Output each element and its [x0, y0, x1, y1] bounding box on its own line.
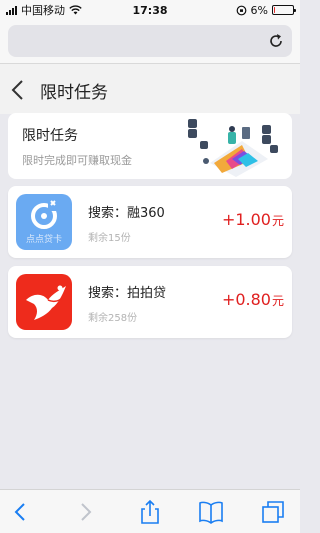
page-title: 限时任务	[40, 83, 108, 103]
browser-toolbar	[0, 489, 300, 533]
status-right: 6%	[236, 3, 296, 17]
limited-task-banner: 限时任务 限时完成即可赚取现金	[8, 113, 292, 179]
address-bar[interactable]	[8, 25, 292, 57]
battery-icon	[272, 5, 296, 15]
status-bar: 中国移动 17:38 6%	[0, 0, 300, 20]
tabs-icon[interactable]	[260, 499, 286, 525]
task-remaining: 剩余15份	[88, 233, 131, 244]
reward-amount: +1.00	[221, 210, 271, 229]
task-card[interactable]: 点点贷卡 搜索：融360 剩余15份 +1.00 元	[8, 186, 292, 258]
rong360-logo-icon: 点点贷卡	[26, 200, 62, 245]
reload-icon[interactable]	[266, 31, 286, 51]
page-header: 限时任务	[0, 64, 300, 114]
task-card[interactable]: 搜索：拍拍贷 剩余258份 +0.80 元	[8, 266, 292, 338]
wifi-icon	[69, 5, 82, 15]
paipaidai-app-icon	[16, 274, 72, 330]
banner-illustration	[188, 119, 278, 177]
reward-unit: 元	[271, 214, 284, 228]
rong360-caption: 点点贷卡	[26, 233, 62, 245]
rong360-app-icon: 点点贷卡	[16, 194, 72, 250]
task-name: 搜索：拍拍贷	[88, 286, 167, 301]
battery-percent: 6%	[250, 3, 268, 17]
banner-subtitle: 限时完成即可赚取现金	[22, 154, 132, 167]
task-reward: +0.80 元	[222, 290, 284, 309]
share-icon[interactable]	[137, 499, 163, 525]
carrier-label: 中国移动	[21, 4, 65, 17]
battery-level	[274, 7, 276, 13]
orientation-lock-icon	[236, 5, 246, 15]
task-name: 搜索：融360	[88, 206, 165, 221]
back-icon[interactable]	[8, 499, 34, 525]
banner-title: 限时任务	[22, 128, 78, 144]
task-reward: +1.00 元	[222, 210, 284, 229]
bookmarks-icon[interactable]	[198, 499, 224, 525]
browser-top-bar	[0, 20, 300, 64]
dove-icon	[26, 285, 66, 320]
chevron-left-icon[interactable]	[10, 79, 26, 101]
signal-icon	[6, 5, 17, 15]
reward-amount: +0.80	[221, 290, 271, 309]
task-remaining: 剩余258份	[88, 313, 138, 324]
forward-icon[interactable]	[72, 499, 98, 525]
status-left: 中国移动	[6, 2, 82, 18]
reward-unit: 元	[271, 294, 284, 308]
